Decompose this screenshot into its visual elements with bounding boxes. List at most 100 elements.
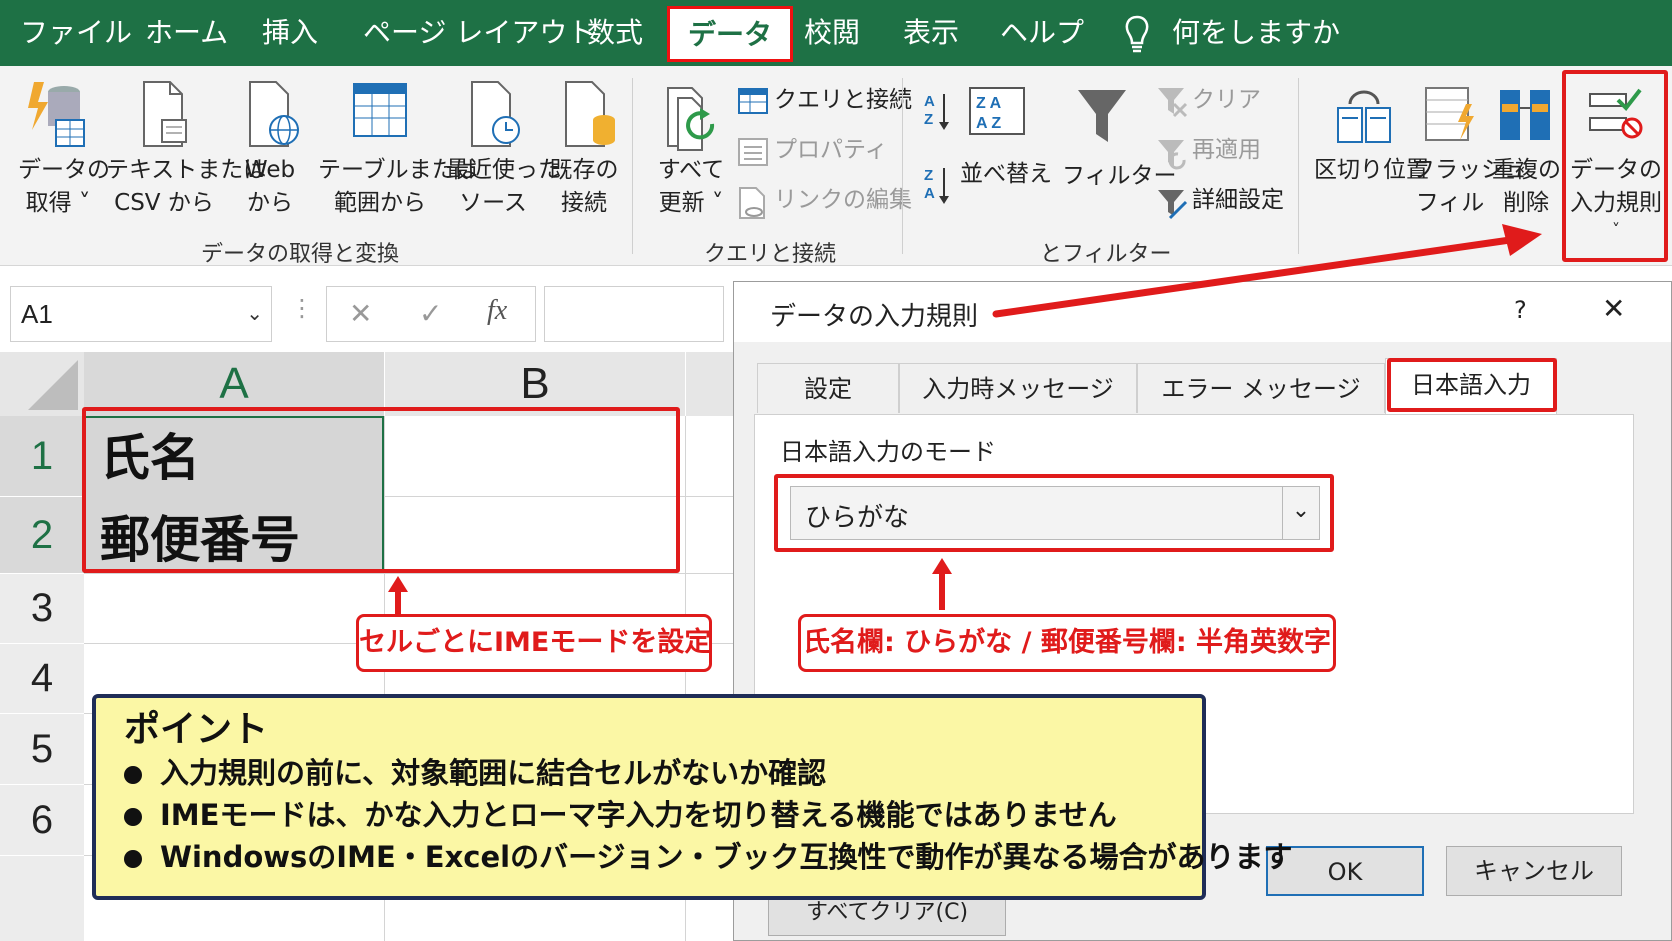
reapply-icon [1158,140,1186,170]
svg-text:A: A [924,185,935,202]
existing-connections-icon [565,81,615,147]
remove-duplicates-button[interactable]: 重複の 削除 [1492,154,1561,220]
refresh-all-icon [667,87,715,151]
point-item: 入力規則の前に、対象範囲に結合セルがないか確認 [124,752,1174,794]
menu-file[interactable]: ファイル [20,0,132,66]
edit-links-icon [739,187,765,219]
refresh-all-button[interactable]: すべて 更新 ˅ [646,154,736,220]
bullet-icon [124,766,142,784]
ribbon-separator [902,78,903,254]
lightbulb-icon [1125,15,1149,53]
row-header-5[interactable]: 5 [0,714,84,784]
web-icon [249,81,299,147]
svg-text:Z: Z [924,111,933,128]
recent-sources-icon [471,81,520,147]
svg-text:A Z: A Z [976,115,1001,132]
advanced-filter-icon [1158,190,1188,220]
formula-input[interactable] [544,286,724,342]
point-note: ポイント 入力規則の前に、対象範囲に結合セルがないか確認 IMEモードは、かな入… [92,694,1293,900]
row-header-6[interactable]: 6 [0,785,84,855]
text-to-columns-icon [1337,90,1391,143]
edit-links-button[interactable]: リンクの編集 [774,184,912,217]
insert-function-icon[interactable]: fx [487,295,507,327]
menu-help[interactable]: ヘルプ [1000,0,1084,66]
row-header-1[interactable]: 1 [0,416,84,496]
table-icon [353,83,407,137]
close-icon[interactable]: ✕ [1602,292,1625,325]
cells-highlight [82,407,680,573]
menu-formulas[interactable]: 数式 [587,0,643,66]
from-web-button[interactable]: Web から [236,154,304,220]
row-header-4[interactable]: 4 [0,644,84,713]
clear-button[interactable]: クリア [1192,84,1261,117]
advanced-button[interactable]: 詳細設定 [1192,184,1284,217]
text-csv-icon [143,81,187,147]
group-label-get-transform: データの取得と変換 [200,242,399,267]
select-all-corner[interactable] [0,352,84,416]
ime-callout: セルごとにIMEモードを設定 [356,614,712,672]
properties-button[interactable]: プロパティ [774,134,888,167]
point-title: ポイント [124,709,269,750]
sort-button[interactable]: 並べ替え [960,158,1052,191]
point-item: IMEモードは、かな入力とローマ字入力を切り替える機能ではありません [124,794,1174,836]
svg-text:A: A [924,93,935,110]
flash-fill-icon [1425,87,1474,141]
confirm-entry-icon[interactable]: ✓ [419,297,442,330]
row-header-7[interactable] [0,856,84,941]
database-icon [28,82,85,147]
clear-filter-icon [1158,88,1188,118]
tab-settings[interactable]: 設定 [757,363,899,413]
recent-sources-button[interactable]: 最近使った ソース [446,154,561,220]
name-box[interactable]: A1 ⌄ [10,286,272,342]
point-item: WindowsのIME・Excelのバージョン・ブック互換性で動作が異なる場合が… [124,836,1293,878]
from-text-csv-button[interactable]: テキストまたは CSV から [106,154,266,220]
ime-select-highlight [774,474,1334,552]
ime-mode-label: 日本語入力のモード [780,438,996,466]
properties-icon [738,138,768,166]
cancel-entry-icon[interactable]: ✕ [349,297,372,330]
svg-text:Z: Z [924,167,933,184]
ime-mode-callout: 氏名欄: ひらがな / 郵便番号欄: 半角英数字 [798,614,1336,672]
menu-insert[interactable]: 挿入 [262,0,318,66]
sort-ascending-icon: A Z [924,93,949,130]
row-header-2[interactable]: 2 [0,497,84,573]
ribbon-separator [632,78,633,254]
row-header-3[interactable]: 3 [0,574,84,643]
pointer-arrow-icon [992,224,1542,318]
bullet-icon [124,850,142,868]
bullet-icon [124,808,142,826]
menu-bar: ファイル ホーム 挿入 ページ レイアウト 数式 データ 校閲 表示 ヘルプ 何… [0,0,1672,66]
cancel-button[interactable]: キャンセル [1446,846,1622,896]
menu-view[interactable]: 表示 [903,0,959,66]
tab-input-message[interactable]: 入力時メッセージ [899,363,1137,413]
existing-connections-button[interactable]: 既存の 接続 [548,154,620,220]
reapply-button[interactable]: 再適用 [1192,134,1261,167]
get-data-button[interactable]: データの 取得 ˅ [18,154,110,220]
menu-home[interactable]: ホーム [145,0,228,66]
menu-data[interactable]: データ [667,6,794,62]
up-arrow-icon [388,576,408,614]
flash-fill-button[interactable]: フラッシュ フィル [1412,154,1527,220]
ime-tab-highlight [1387,358,1557,412]
formula-bar-grip-icon: ⋮ [290,294,314,322]
group-label-queries: クエリと接続 [703,242,836,267]
remove-duplicates-icon [1500,90,1550,140]
column-header-c[interactable] [686,352,733,416]
from-table-range-button[interactable]: テーブルまたは 範囲から [318,154,478,220]
queries-connections-button[interactable]: クエリと接続 [774,84,912,117]
data-validation-button[interactable]: データの 入力規則 ˅ [1566,154,1666,240]
dialog-title: データの入力規則 [770,302,979,332]
sort-icon: Z A A Z [969,87,1025,135]
menu-page-layout[interactable]: ページ レイアウト [363,0,595,66]
queries-connections-icon [738,88,768,114]
filter-icon [1078,90,1126,142]
menu-review[interactable]: 校閲 [804,0,860,66]
tab-error-alert[interactable]: エラー メッセージ [1137,363,1385,413]
up-arrow-icon [932,558,952,610]
tell-me-search[interactable]: 何をしますか [1172,0,1340,66]
sort-descending-icon: Z A [924,167,949,204]
chevron-down-icon[interactable]: ⌄ [246,301,263,325]
data-validation-icon [1589,88,1643,139]
formula-buttons: ✕ ✓ fx [326,286,536,342]
svg-text:Z A: Z A [976,95,1002,112]
